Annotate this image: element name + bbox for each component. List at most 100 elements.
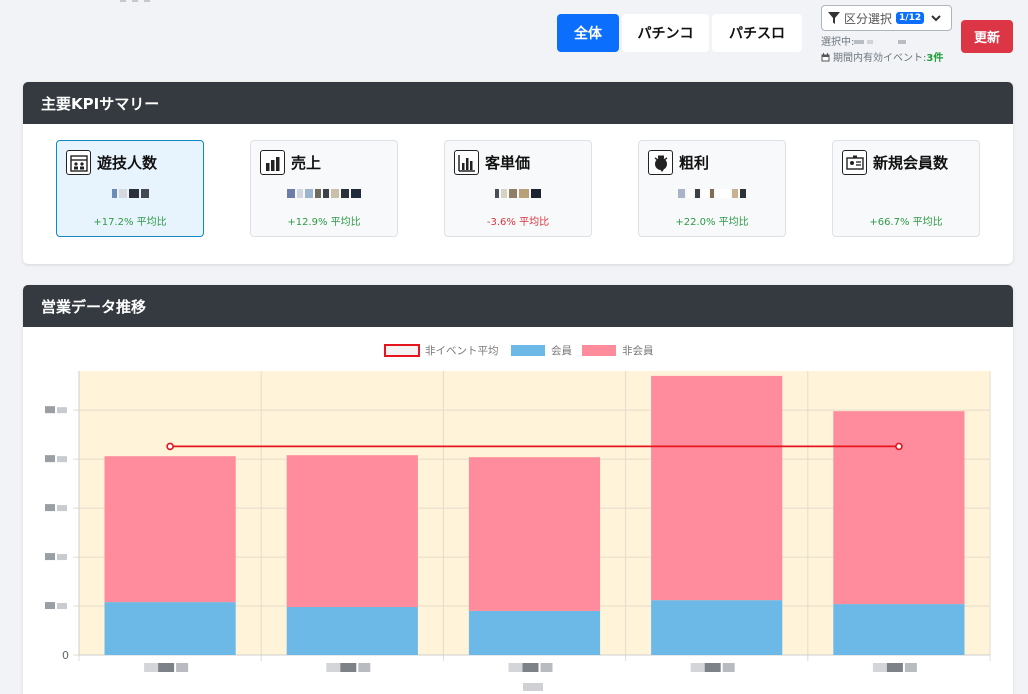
kpi-head: 新規会員数: [842, 150, 948, 175]
category-filter: 区分選択 1/12 選択中: 期間内有効イベント:3件: [821, 5, 952, 67]
selected-prefix: 選択中:: [821, 37, 855, 48]
filter-icon: [828, 12, 840, 24]
kpi-head: 遊技人数: [66, 150, 157, 175]
x-tick-label-redacted: [508, 663, 523, 672]
bar-non-member: [651, 375, 783, 601]
kpi-summary-card: 主要KPIサマリー 遊技人数 +17.2% 平均比 売上 +12.9% 平均比: [23, 82, 1013, 264]
y-tick-label-redacted: [45, 553, 55, 561]
kpi-list: 遊技人数 +17.2% 平均比 売上 +12.9% 平均比 客単価 -3.6% …: [56, 140, 980, 237]
chart-area: 0 非イベント平均 会員 非会員: [23, 327, 1013, 694]
y-tick-label-redacted: [45, 504, 55, 512]
kpi-value-redacted: [445, 187, 591, 199]
x-tick-label-redacted: [358, 663, 371, 672]
x-tick-label-redacted: [176, 663, 189, 672]
y-tick-label: 0: [62, 649, 69, 662]
bar-non-member: [468, 457, 601, 611]
y-tick-label-redacted: [57, 554, 67, 561]
kpi-head: 客単価: [454, 150, 530, 175]
calendar-people-icon: [66, 150, 91, 175]
kpi-summary-title: 主要KPIサマリー: [23, 82, 1013, 124]
bar-non-member: [286, 455, 418, 608]
segment-pachinko-button[interactable]: パチンコ: [622, 14, 709, 52]
x-tick-label-redacted: [872, 663, 887, 672]
events-count: 3件: [926, 53, 944, 64]
filter-meta: 選択中: 期間内有効イベント:3件: [821, 34, 952, 67]
non-event-average-point: [166, 442, 174, 451]
moneybag-icon: [648, 150, 673, 175]
x-tick-label-redacted: [340, 663, 357, 672]
y-tick-label-redacted: [57, 407, 67, 414]
toolbar: 全体 パチンコ パチスロ 区分選択 1/12 選択中: 期間内有効イベント:3件…: [0, 0, 1028, 76]
x-tick-label-redacted: [540, 663, 553, 672]
kpi-sales[interactable]: 売上 +12.9% 平均比: [250, 140, 398, 237]
y-tick-label-redacted: [45, 602, 55, 610]
kpi-label: 遊技人数: [97, 154, 158, 172]
legend-swatch-line: [384, 344, 420, 357]
kpi-label: 客単価: [485, 154, 531, 172]
x-tick-label-redacted: [886, 663, 903, 672]
legend-label: 非会員: [622, 344, 654, 357]
legend-swatch: [511, 345, 545, 356]
x-tick-label-redacted: [704, 663, 721, 672]
sales-trend-card: 営業データ推移 0 非イベント平均 会員 非会員: [23, 285, 1013, 694]
kpi-head: 粗利: [648, 150, 709, 175]
kpi-gross-profit[interactable]: 粗利 +22.0% 平均比: [638, 140, 786, 237]
bar-member: [833, 604, 965, 655]
segment-pachislot-button[interactable]: パチスロ: [712, 14, 802, 52]
x-tick-label-redacted: [144, 663, 159, 672]
kpi-new-members[interactable]: 新規会員数 +66.7% 平均比: [832, 140, 980, 237]
bar-member: [104, 602, 236, 655]
bar-non-member: [104, 456, 236, 603]
segment-all-button[interactable]: 全体: [557, 14, 619, 52]
bar-columns-icon: [260, 150, 285, 175]
kpi-head: 売上: [260, 150, 321, 175]
bar-non-member: [833, 411, 965, 605]
category-count-badge: 1/12: [896, 12, 925, 24]
x-tick-label-redacted: [522, 663, 539, 672]
kpi-value-redacted: [639, 187, 785, 199]
y-tick-label-redacted: [45, 455, 55, 463]
x-axis-title-redacted: [523, 683, 543, 691]
bar-member: [651, 600, 783, 655]
kpi-per-customer[interactable]: 客単価 -3.6% 平均比: [444, 140, 592, 237]
x-tick-label-redacted: [326, 663, 341, 672]
kpi-value-redacted: [251, 187, 397, 199]
selected-category-redacted: [854, 34, 909, 50]
events-line: 期間内有効イベント:3件: [821, 51, 952, 67]
kpi-change: +17.2% 平均比: [93, 217, 167, 228]
calendar-icon: [821, 53, 830, 62]
legend-label: 非イベント平均: [425, 345, 499, 357]
bar-chart-icon: [454, 150, 479, 175]
chevron-down-icon: [931, 15, 941, 22]
cut-off-header-text: [120, 0, 190, 2]
kpi-label: 売上: [291, 154, 322, 172]
kpi-value-redacted: [57, 187, 203, 199]
bar-member: [468, 610, 601, 655]
legend-label: 会員: [551, 344, 572, 357]
bar-member: [286, 607, 418, 655]
y-tick-label-redacted: [57, 603, 67, 610]
x-tick-label-redacted: [904, 663, 917, 672]
kpi-players[interactable]: 遊技人数 +17.2% 平均比: [56, 140, 204, 237]
kpi-label: 粗利: [679, 154, 710, 172]
kpi-change: -3.6% 平均比: [486, 217, 550, 228]
kpi-change: +12.9% 平均比: [287, 217, 361, 228]
x-tick-label-redacted: [158, 663, 175, 672]
x-tick-label-redacted: [722, 663, 735, 672]
stacked-bar-chart: 0 非イベント平均 会員 非会員: [45, 344, 991, 691]
id-card-icon: [842, 150, 867, 175]
category-select-label: 区分選択: [844, 11, 893, 26]
legend-swatch: [582, 345, 616, 356]
category-select-button[interactable]: 区分選択 1/12: [821, 5, 952, 31]
non-event-average-point: [895, 442, 903, 451]
selected-category-line: 選択中:: [821, 34, 952, 51]
refresh-button[interactable]: 更新: [961, 20, 1013, 53]
kpi-label: 新規会員数: [873, 154, 949, 172]
events-label: 期間内有効イベント:: [833, 53, 927, 64]
y-tick-label-redacted: [57, 505, 67, 512]
y-tick-label-redacted: [45, 406, 55, 414]
sales-trend-title: 営業データ推移: [23, 285, 1013, 327]
y-tick-label-redacted: [57, 456, 67, 463]
kpi-change: +66.7% 平均比: [869, 217, 943, 228]
kpi-change: +22.0% 平均比: [675, 217, 749, 228]
